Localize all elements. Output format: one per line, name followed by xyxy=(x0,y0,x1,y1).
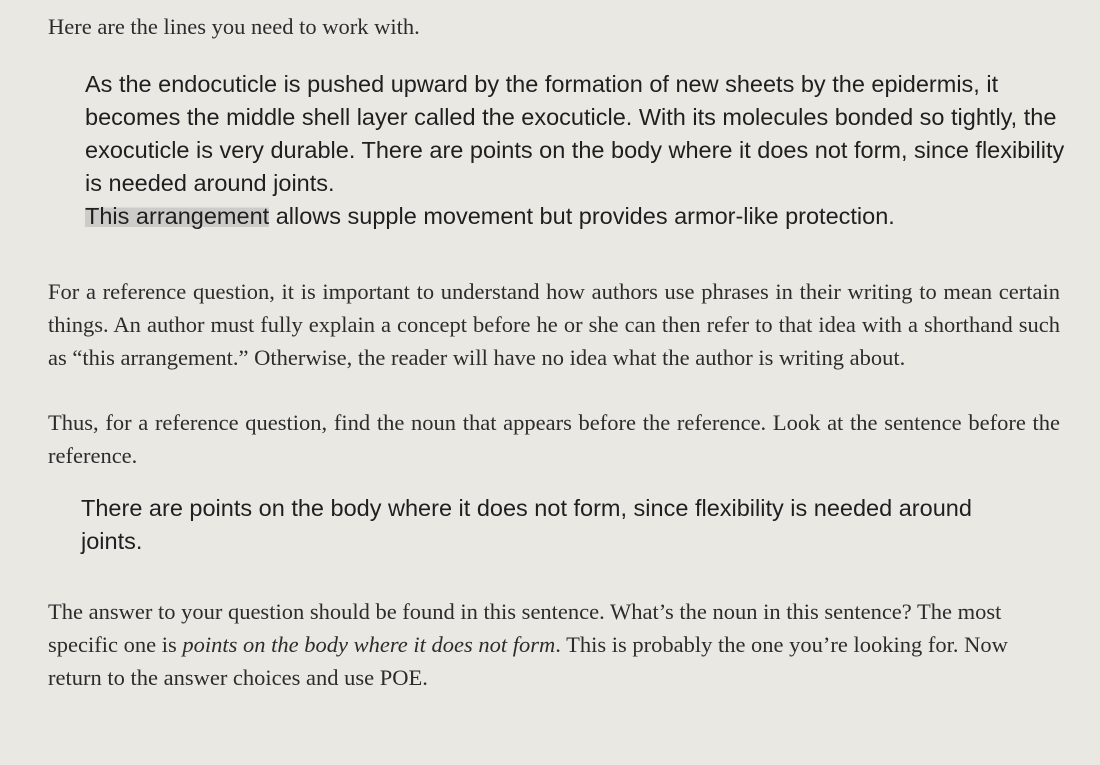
intro-text: Here are the lines you need to work with… xyxy=(48,14,420,39)
passage-excerpt: As the endocuticle is pushed upward by t… xyxy=(85,68,1065,233)
passage-lead: As the endocuticle is pushed upward by t… xyxy=(85,71,1065,196)
reference-paragraph: For a reference question, it is importan… xyxy=(48,279,1060,370)
highlighted-phrase: This arrangement xyxy=(85,203,270,229)
quoted-sentence: There are points on the body where it do… xyxy=(81,495,972,554)
answer-paragraph: The answer to your question should be fo… xyxy=(48,595,1060,694)
passage-tail: allows supple movement but provides armo… xyxy=(275,203,895,229)
thus-paragraph: Thus, for a reference question, find the… xyxy=(48,410,1060,468)
answer-emphasis: points on the body where it does not for… xyxy=(182,632,556,657)
page: Here are the lines you need to work with… xyxy=(0,0,1100,765)
